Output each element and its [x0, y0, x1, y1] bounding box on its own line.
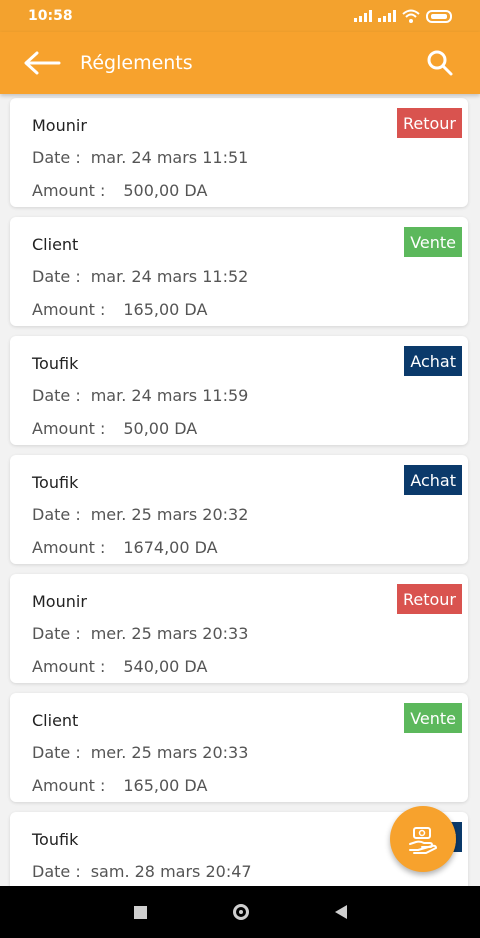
payment-name: Toufik	[32, 473, 79, 492]
payment-amount-row: Amount : 50,00 DA	[32, 419, 197, 438]
wifi-icon	[402, 9, 420, 23]
payment-date: mar. 24 mars 11:59	[90, 386, 249, 405]
add-payment-button[interactable]	[390, 806, 456, 872]
payment-date-row: Date : sam. 28 mars 20:47	[32, 862, 252, 881]
amount-label: Amount :	[32, 657, 106, 676]
payment-type-badge: Vente	[404, 227, 462, 257]
battery-icon	[426, 9, 452, 23]
status-time: 10:58	[28, 8, 73, 24]
payment-name: Mounir	[32, 592, 87, 611]
recent-apps-button[interactable]	[133, 905, 147, 919]
payments-list[interactable]: Mounir Retour Date : mar. 24 mars 11:51 Amou…	[0, 94, 480, 886]
payment-type-badge: Retour	[396, 108, 462, 138]
date-label: Date :	[32, 624, 81, 643]
payment-amount: 500,00 DA	[123, 181, 208, 200]
signal-icon	[378, 10, 396, 22]
payment-amount: 540,00 DA	[123, 657, 208, 676]
payment-date-row: Date : mar. 24 mars 11:59	[32, 386, 248, 405]
page-title: Réglements	[80, 52, 193, 74]
arrow-left-icon	[24, 51, 61, 75]
payment-type-badge: Achat	[404, 346, 462, 376]
payment-amount: 165,00 DA	[123, 776, 208, 795]
date-label: Date :	[32, 267, 81, 286]
system-back-button[interactable]	[334, 905, 347, 919]
date-label: Date :	[32, 743, 81, 762]
payment-card[interactable]: Toufik Achat Date : mer. 25 mars 20:32 Amoun…	[10, 455, 468, 564]
payment-type-badge: Achat	[404, 465, 462, 495]
amount-label: Amount :	[32, 776, 106, 795]
payment-name: Toufik	[32, 354, 79, 373]
payment-card[interactable]: Client Vente Date : mar. 24 mars 11:52 Amoun…	[10, 217, 468, 326]
amount-label: Amount :	[32, 419, 106, 438]
payment-hand-icon	[409, 827, 437, 854]
payment-date: sam. 28 mars 20:47	[90, 862, 252, 881]
payment-date-row: Date : mer. 25 mars 20:33	[32, 743, 248, 762]
amount-label: Amount :	[32, 538, 106, 557]
date-label: Date :	[32, 386, 81, 405]
payment-date-row: Date : mer. 25 mars 20:33	[32, 624, 248, 643]
payment-date: mar. 24 mars 11:51	[90, 148, 249, 167]
payment-card[interactable]: Mounir Retour Date : mer. 25 mars 20:33 Amou…	[10, 574, 468, 683]
signal-icon	[354, 10, 372, 22]
amount-label: Amount :	[32, 181, 106, 200]
payment-date: mer. 25 mars 20:33	[90, 624, 249, 643]
payment-name: Client	[32, 235, 79, 254]
payment-amount-row: Amount : 540,00 DA	[32, 657, 207, 676]
payment-name: Toufik	[32, 830, 79, 849]
payment-amount-row: Amount : 165,00 DA	[32, 300, 207, 319]
payment-card[interactable]: Mounir Retour Date : mar. 24 mars 11:51 Amou…	[10, 98, 468, 207]
back-button[interactable]	[22, 43, 62, 83]
app-bar: Réglements	[0, 32, 480, 94]
payment-date-row: Date : mar. 24 mars 11:51	[32, 148, 248, 167]
payment-amount-row: Amount : 1674,00 DA	[32, 538, 218, 557]
payment-amount-row: Amount : 500,00 DA	[32, 181, 207, 200]
payment-amount-row: Amount : 165,00 DA	[32, 776, 207, 795]
payment-amount: 50,00 DA	[123, 419, 198, 438]
search-icon	[427, 50, 453, 76]
payment-card[interactable]: Client Vente Date : mer. 25 mars 20:33 Amoun…	[10, 693, 468, 802]
payment-card[interactable]: Toufik Achat Date : mar. 24 mars 11:59 Amoun…	[10, 336, 468, 445]
payment-name: Mounir	[32, 116, 87, 135]
payment-date-row: Date : mar. 24 mars 11:52	[32, 267, 248, 286]
home-button[interactable]	[232, 904, 249, 920]
search-button[interactable]	[420, 43, 460, 83]
status-bar: 10:58	[0, 0, 480, 32]
date-label: Date :	[32, 148, 81, 167]
payment-date: mar. 24 mars 11:52	[90, 267, 249, 286]
status-icons	[354, 9, 452, 23]
payment-amount: 165,00 DA	[123, 300, 208, 319]
payment-date-row: Date : mer. 25 mars 20:32	[32, 505, 248, 524]
payment-name: Client	[32, 711, 79, 730]
payment-date: mer. 25 mars 20:33	[90, 743, 249, 762]
payment-type-badge: Vente	[404, 703, 462, 733]
payment-type-badge: Retour	[396, 584, 462, 614]
date-label: Date :	[32, 862, 81, 881]
payment-date: mer. 25 mars 20:32	[90, 505, 249, 524]
payment-amount: 1674,00 DA	[123, 538, 218, 557]
system-nav-bar	[0, 886, 480, 938]
date-label: Date :	[32, 505, 81, 524]
amount-label: Amount :	[32, 300, 106, 319]
